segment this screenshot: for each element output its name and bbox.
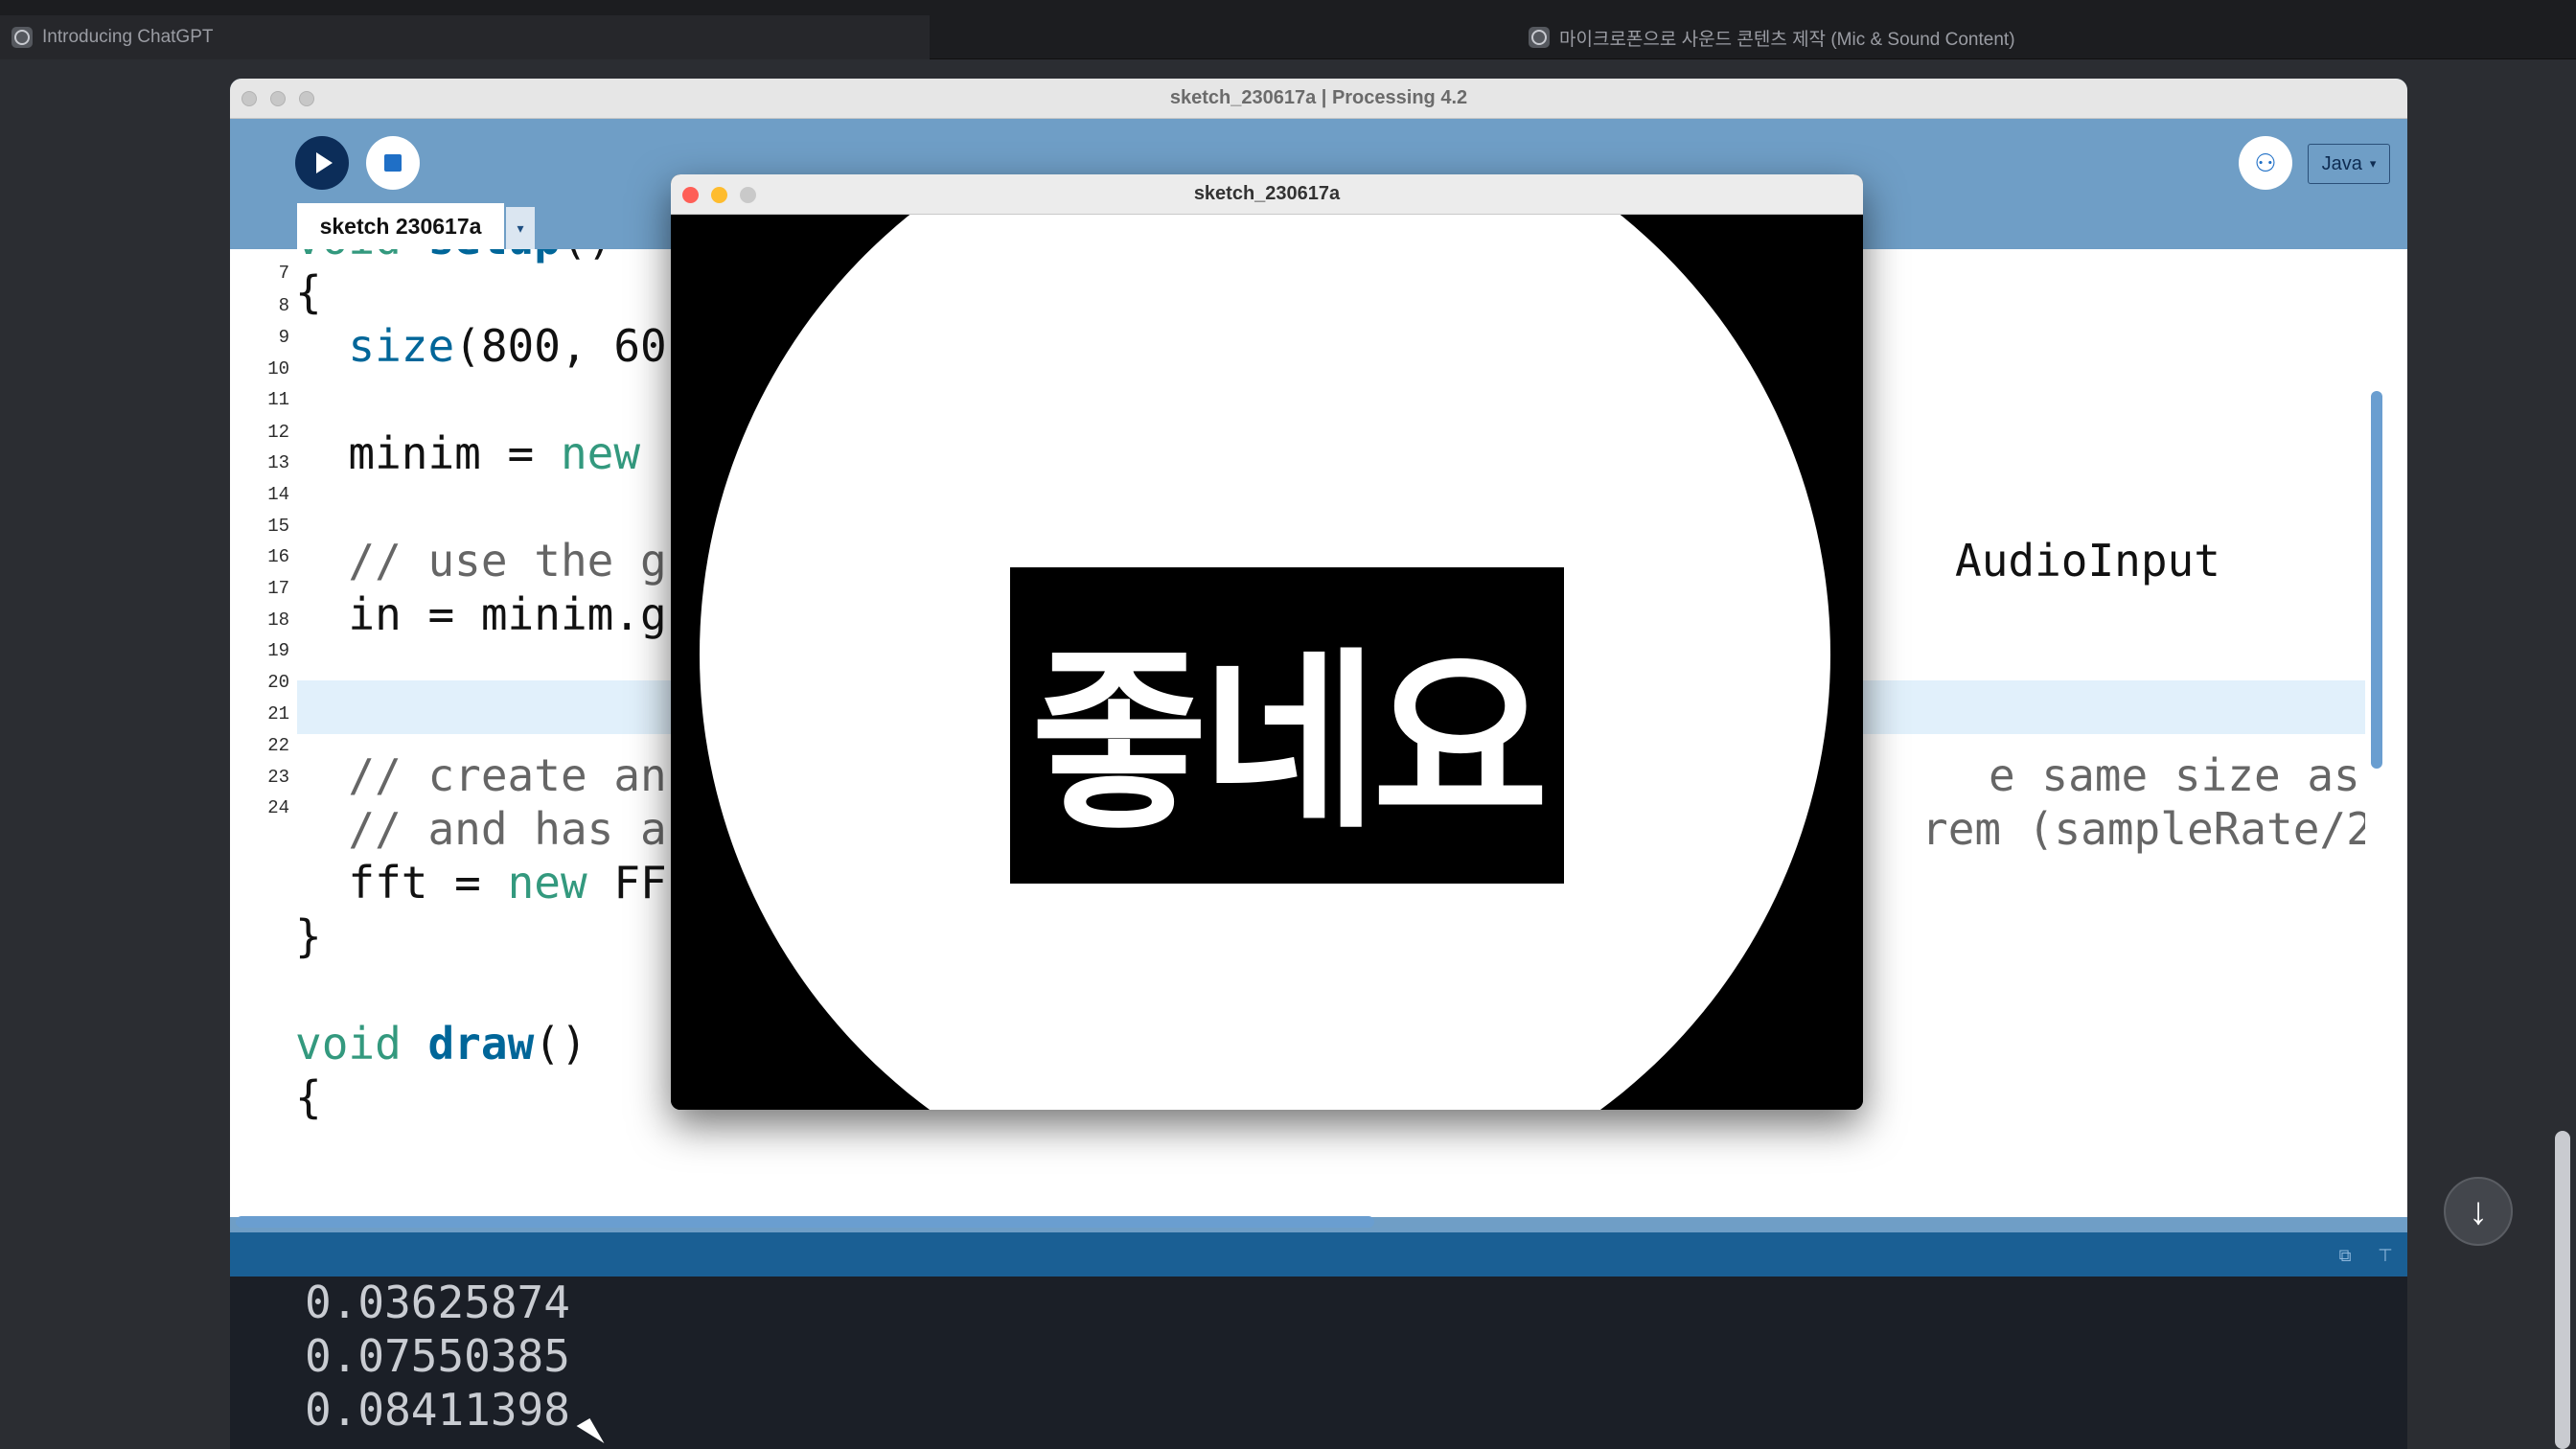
console-header: ⧉ ⊤ xyxy=(230,1232,2407,1276)
browser-tab-video[interactable]: 마이크로폰으로 사운드 콘텐츠 제작 (Mic & Sound Content) xyxy=(1529,15,2199,59)
copy-icon[interactable]: ⧉ xyxy=(2334,1246,2356,1265)
mode-selector[interactable]: Java ▾ xyxy=(2308,144,2390,184)
chevron-down-icon: ▾ xyxy=(517,219,524,236)
code-line: fft = new FF xyxy=(297,857,667,908)
browser-tab-chatgpt[interactable]: Introducing ChatGPT xyxy=(0,15,930,59)
browser-tab-label: Introducing ChatGPT xyxy=(42,27,214,47)
line-number: 11 xyxy=(267,389,289,410)
horizontal-scrollbar-track xyxy=(230,1204,2365,1217)
debugger-icon: ⚇ xyxy=(2254,148,2277,177)
line-number: 23 xyxy=(267,767,289,788)
line-number-gutter: 7 8 9 10 11 12 13 14 15 16 17 18 19 20 2… xyxy=(230,249,297,1217)
horizontal-scrollbar[interactable] xyxy=(236,1216,1374,1228)
console-line: 0.03625874 xyxy=(305,1276,570,1328)
console-line: 0.08411398 xyxy=(305,1384,570,1436)
console-line: 0.07550385 xyxy=(305,1330,570,1382)
line-number: 24 xyxy=(267,797,289,818)
clear-console-icon[interactable]: ⊤ xyxy=(2375,1246,2396,1265)
line-number: 18 xyxy=(267,610,289,631)
code-line: { xyxy=(297,1071,322,1123)
vertical-scrollbar[interactable] xyxy=(2371,391,2382,769)
code-line: } xyxy=(297,910,322,962)
browser-tab-label: 마이크로폰으로 사운드 콘텐츠 제작 (Mic & Sound Content) xyxy=(1559,29,2015,50)
scroll-down-button[interactable]: ↓ xyxy=(2444,1177,2513,1246)
browser-tab-strip: Introducing ChatGPT 마이크로폰으로 사운드 콘텐츠 제작 (… xyxy=(0,0,2576,59)
code-line: // use the g xyxy=(297,535,667,586)
screen: Introducing ChatGPT 마이크로폰으로 사운드 콘텐츠 제작 (… xyxy=(0,0,2576,1449)
line-number: 10 xyxy=(267,358,289,380)
mode-label: Java xyxy=(2321,152,2362,174)
line-number: 9 xyxy=(278,327,289,348)
line-number: 21 xyxy=(267,703,289,724)
tab-label: sketch 230617a xyxy=(319,213,482,239)
console-output[interactable]: 0.03625874 0.07550385 0.08411398 xyxy=(230,1276,2407,1449)
code-line: minim = new xyxy=(297,427,641,479)
line-number: 16 xyxy=(267,546,289,567)
stop-button[interactable] xyxy=(366,136,420,190)
code-line: void draw() xyxy=(297,1018,587,1070)
code-line: { xyxy=(297,266,322,318)
arrow-down-icon: ↓ xyxy=(2469,1189,2488,1232)
ide-titlebar: sketch_230617a | Processing 4.2 xyxy=(230,79,2407,119)
line-number: 17 xyxy=(267,578,289,599)
code-line: rem (sampleRate/2). xyxy=(1921,803,2365,855)
text-box: 좋네요 xyxy=(1010,567,1564,884)
tab-menu-button[interactable]: ▾ xyxy=(506,207,535,249)
play-icon xyxy=(316,152,333,173)
chevron-down-icon: ▾ xyxy=(2369,156,2377,171)
sketch-canvas[interactable]: 좋네요 xyxy=(671,215,1863,1110)
sketch-titlebar: sketch_230617a xyxy=(671,174,1863,215)
sketch-window: sketch_230617a 좋네요 xyxy=(671,174,1863,1110)
tab-sketch[interactable]: sketch 230617a xyxy=(297,203,504,249)
line-number: 22 xyxy=(267,735,289,756)
stop-icon xyxy=(384,154,402,172)
line-number: 14 xyxy=(267,484,289,505)
page-scrollbar[interactable] xyxy=(2555,1131,2570,1449)
line-number: 7 xyxy=(278,263,289,284)
line-number: 19 xyxy=(267,640,289,661)
code-line: size(800, 60 xyxy=(348,320,667,372)
line-number: 13 xyxy=(267,452,289,473)
code-line: void setup() xyxy=(297,249,613,265)
code-line: // create an xyxy=(297,749,667,801)
code-line: // and has a xyxy=(297,803,667,855)
video-favicon-icon xyxy=(1529,27,1550,48)
line-number: 8 xyxy=(278,295,289,316)
line-number: 15 xyxy=(267,516,289,537)
window-title: sketch_230617a | Processing 4.2 xyxy=(1169,87,1468,108)
chatgpt-favicon-icon xyxy=(12,27,33,48)
code-line: AudioInput xyxy=(1955,535,2220,586)
line-number: 20 xyxy=(267,672,289,693)
code-line: e same size as audi xyxy=(1989,749,2360,801)
code-line: in = minim.g xyxy=(297,588,667,640)
line-number: 12 xyxy=(267,422,289,443)
korean-word: 좋네요 xyxy=(1030,632,1549,855)
debug-button[interactable]: ⚇ xyxy=(2239,136,2292,190)
run-button[interactable] xyxy=(295,136,349,190)
sketch-window-title: sketch_230617a xyxy=(1193,183,1341,204)
